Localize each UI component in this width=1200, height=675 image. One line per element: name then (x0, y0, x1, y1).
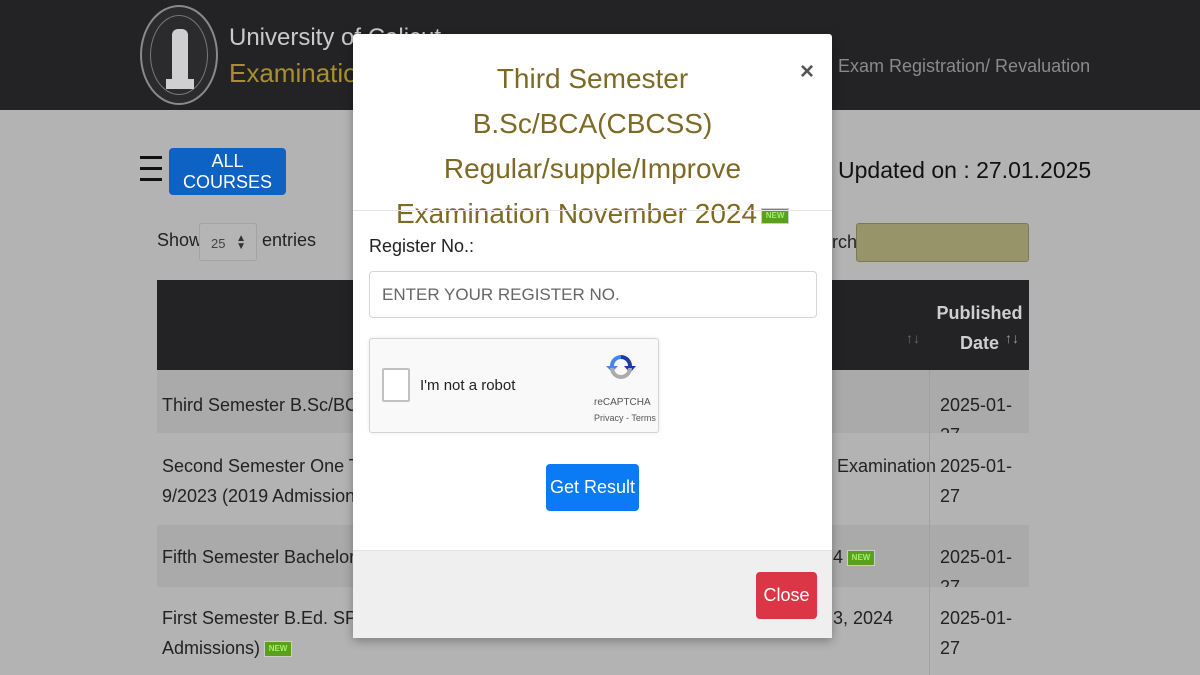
row-title-right[interactable]: 3, 2024 (833, 603, 893, 633)
entries-select[interactable]: 25 ▲ ▼ (199, 223, 257, 261)
all-courses-button[interactable]: ALL COURSES (169, 148, 286, 195)
recaptcha-label: I'm not a robot (420, 377, 516, 394)
recaptcha-privacy-terms-link[interactable]: Privacy - Terms (594, 413, 656, 423)
get-result-button[interactable]: Get Result (546, 464, 639, 511)
modal-divider (353, 210, 832, 211)
updated-on-text: Updated on : 27.01.2025 (838, 157, 1092, 183)
row-title-right[interactable]: Examination (837, 451, 936, 481)
new-badge: NEW (264, 641, 293, 658)
close-icon[interactable]: × (800, 58, 814, 86)
column-header-published-date[interactable]: Published Date (932, 298, 1027, 358)
select-arrows-icon: ▲ ▼ (236, 233, 246, 252)
row-date: 2025-01-27 (940, 608, 1013, 658)
show-label: Show (157, 230, 203, 250)
hamburger-icon[interactable] (140, 156, 162, 184)
search-input[interactable] (856, 223, 1029, 262)
row-title-text[interactable]: 4 (833, 547, 843, 567)
close-button[interactable]: Close (756, 572, 817, 619)
sort-icon[interactable]: ↑↓ (1005, 330, 1019, 346)
recaptcha-widget: I'm not a robot reCAPTCHA Privacy - Term… (369, 338, 659, 433)
result-modal: Third Semester B.Sc/BCA(CBCSS) Regular/s… (353, 34, 832, 638)
column-divider (929, 370, 930, 675)
recaptcha-logo-icon (606, 355, 636, 379)
row-title-right[interactable]: 4 NEW (833, 542, 876, 572)
university-seal-icon[interactable] (140, 5, 218, 105)
row-title-text[interactable]: Admissions) (162, 638, 260, 658)
modal-title-text: Third Semester B.Sc/BCA(CBCSS) Regular/s… (395, 63, 758, 229)
recaptcha-checkbox[interactable] (382, 368, 410, 402)
entries-label: entries (262, 230, 317, 250)
register-no-input[interactable] (369, 271, 817, 318)
seal-base (166, 79, 194, 89)
new-badge: NEW (847, 550, 876, 567)
row-title-line2[interactable]: Admissions) NEW (162, 633, 293, 663)
row-date: 2025-01-27 (940, 456, 1013, 506)
modal-title: Third Semester B.Sc/BCA(CBCSS) Regular/s… (353, 56, 832, 236)
modal-footer: Close (353, 550, 832, 638)
sort-icon[interactable]: ↑↓ (906, 330, 920, 346)
entries-value: 25 (211, 236, 226, 251)
nav-link-exam-registration[interactable]: Exam Registration/ Revaluation (838, 56, 1090, 77)
row-title-text[interactable]: 9/2023 (2019 Admission) (162, 486, 361, 506)
register-no-label: Register No.: (369, 236, 475, 256)
recaptcha-brand: reCAPTCHA (594, 397, 651, 408)
